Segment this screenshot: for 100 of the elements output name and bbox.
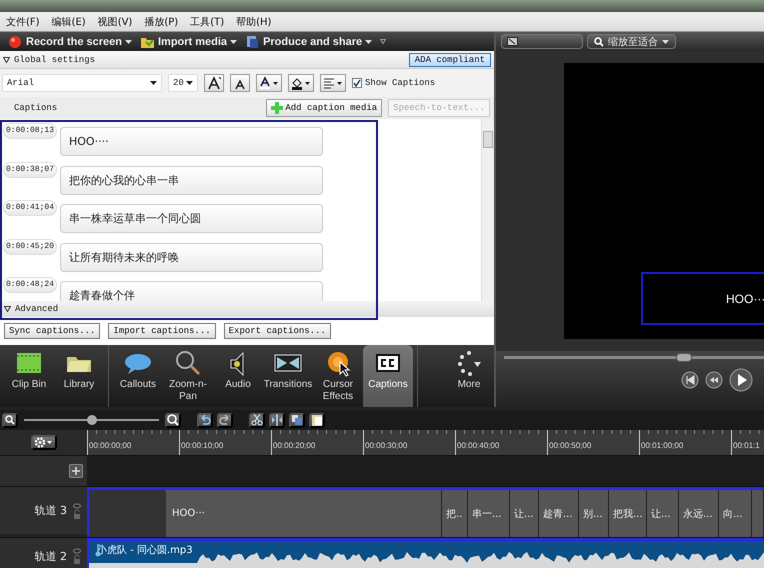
speech-to-text-button: Speech-to-text... xyxy=(388,99,490,117)
ada-compliant-button[interactable]: ADA compliant xyxy=(408,52,491,66)
align-icon xyxy=(322,76,344,90)
caption-clip[interactable]: 让... xyxy=(647,490,679,537)
caption-overlay[interactable]: HOO··· xyxy=(641,272,764,325)
caption-time[interactable]: 0:00:38;07 xyxy=(3,162,57,178)
fill-color-icon xyxy=(290,76,312,90)
time-label: 00:00:30;00 xyxy=(363,430,455,455)
section-header[interactable]: Advanced xyxy=(15,304,58,314)
tool-tab[interactable]: Captions xyxy=(363,345,413,407)
track-visibility-icon[interactable] xyxy=(73,546,81,566)
cut-button[interactable] xyxy=(249,412,265,428)
align-button[interactable] xyxy=(320,74,346,92)
caption-clip[interactable]: 让... xyxy=(510,490,539,537)
play-icon[interactable] xyxy=(729,368,753,392)
caption-button[interactable]: Import captions... xyxy=(108,323,216,339)
font-dropdown[interactable]: Arial xyxy=(2,74,162,92)
expander-icon[interactable] xyxy=(4,306,11,312)
caption-clip[interactable]: 永远... xyxy=(679,490,719,537)
checkbox-label[interactable]: Show Captions xyxy=(365,78,436,88)
menu-item[interactable]: 编辑(E) xyxy=(48,14,90,28)
caption-clip[interactable]: 串一... xyxy=(468,490,510,537)
tool-tab[interactable]: Cursor Effects xyxy=(313,345,363,407)
menu-item[interactable]: 文件(F) xyxy=(2,14,44,28)
caption-clip[interactable]: 把.. xyxy=(442,490,468,537)
caption-time[interactable]: 0:00:45;20 xyxy=(3,238,57,254)
zoom-out-button[interactable] xyxy=(2,412,18,428)
tool-tab[interactable]: Callouts xyxy=(113,345,163,407)
menu-item[interactable]: 工具(T) xyxy=(186,14,228,28)
time-ruler[interactable]: 00:00:00;00 00:00:10;00 00:00:20;00 00:00:30;00 00:00:40;00 00:00:50;00 00:01:00;00 00:01:1 xyxy=(87,430,764,455)
menu-item[interactable]: 播放(P) xyxy=(140,14,182,28)
menu-item[interactable]: 视图(V) xyxy=(94,14,136,28)
font-size-dropdown[interactable]: 20 xyxy=(168,74,198,92)
menu-item[interactable]: 帮助(H) xyxy=(232,14,276,28)
tool-tab[interactable]: Audio xyxy=(213,345,263,407)
caption-text[interactable]: 趁青春做个伴 xyxy=(60,281,323,301)
music-note-icon xyxy=(95,544,105,557)
caption-text[interactable]: 把你的心我的心串一串 xyxy=(60,166,323,194)
plus-icon xyxy=(72,467,80,475)
caption-clip[interactable]: HOO··· xyxy=(166,490,442,537)
caption-text[interactable]: 让所有期待未来的呼唤 xyxy=(60,242,323,272)
font-color-icon xyxy=(258,76,280,90)
caret-icon xyxy=(186,81,193,85)
settings-button[interactable] xyxy=(30,435,56,450)
skip-back-icon[interactable] xyxy=(681,371,699,389)
fill-color-button[interactable] xyxy=(288,74,314,92)
tool-tab[interactable]: More xyxy=(444,345,494,407)
increase-font-button[interactable] xyxy=(204,74,224,92)
caption-time[interactable]: 0:00:08;13 xyxy=(3,123,57,139)
font-color-button[interactable] xyxy=(256,74,282,92)
scrollbar[interactable] xyxy=(481,119,494,301)
record-icon xyxy=(8,34,23,48)
tool-tab[interactable]: Library xyxy=(54,345,104,407)
time-label: 00:00:20;00 xyxy=(271,430,363,455)
time-label: 00:00:00;00 xyxy=(87,430,179,455)
time-label: 00:00:40;00 xyxy=(455,430,547,455)
captions-label: Captions xyxy=(14,103,58,113)
toolbar-button[interactable]: Produce and share xyxy=(245,34,372,48)
split-button[interactable] xyxy=(269,412,285,428)
checkbox[interactable] xyxy=(352,78,362,88)
produce-icon xyxy=(245,34,260,48)
tool-tab[interactable]: Transitions xyxy=(263,345,313,407)
tool-tab[interactable]: Zoom-n-Pan xyxy=(163,345,213,407)
section-header[interactable]: Global settings xyxy=(14,54,96,64)
toolbar-button[interactable]: Record the screen xyxy=(8,34,132,48)
rewind-icon[interactable] xyxy=(705,371,723,389)
track-name: 轨道 3 xyxy=(34,503,67,518)
time-label: 00:01:1 xyxy=(731,430,764,455)
caption-button[interactable]: Export captions... xyxy=(224,323,331,339)
caption-clip[interactable]: 别... xyxy=(579,490,609,537)
caption-clip[interactable]: 把我... xyxy=(609,490,647,537)
zoom-dropdown[interactable]: 缩放至适合 xyxy=(587,34,676,49)
toolbar-button[interactable]: Import media xyxy=(140,34,238,48)
decrease-font-button[interactable] xyxy=(230,74,250,92)
track-visibility-icon[interactable] xyxy=(73,500,81,520)
fit-view-button[interactable] xyxy=(501,34,583,49)
add-track-button[interactable] xyxy=(69,464,83,478)
caption-clip[interactable]: 向... xyxy=(719,490,752,537)
paste-button[interactable] xyxy=(309,412,325,428)
overflow-icon[interactable] xyxy=(380,39,386,44)
caption-time[interactable]: 0:00:48;24 xyxy=(3,277,57,293)
caption-button[interactable]: Sync captions... xyxy=(4,323,100,339)
caret-icon xyxy=(230,40,238,44)
caption-clip[interactable]: 趁青... xyxy=(539,490,579,537)
caption-text[interactable]: 串一株幸运草串一个同心圆 xyxy=(60,204,323,233)
redo-button[interactable] xyxy=(217,412,233,428)
tool-tab[interactable]: Clip Bin xyxy=(4,345,54,407)
add-caption-media-button[interactable]: Add caption media xyxy=(266,99,382,117)
expander-icon[interactable] xyxy=(3,56,10,62)
zoom-in-button[interactable] xyxy=(165,412,181,428)
caret-icon xyxy=(150,81,157,85)
caption-text[interactable]: HOO···· xyxy=(60,127,323,156)
caret-icon xyxy=(662,40,669,44)
undo-button[interactable] xyxy=(197,412,213,428)
resize-icon xyxy=(507,37,518,46)
caption-time[interactable]: 0:00:41;04 xyxy=(3,200,57,216)
copy-button[interactable] xyxy=(289,412,305,428)
track-name: 轨道 2 xyxy=(34,548,67,564)
caret-icon xyxy=(365,40,372,44)
caption-clip[interactable] xyxy=(752,490,764,537)
